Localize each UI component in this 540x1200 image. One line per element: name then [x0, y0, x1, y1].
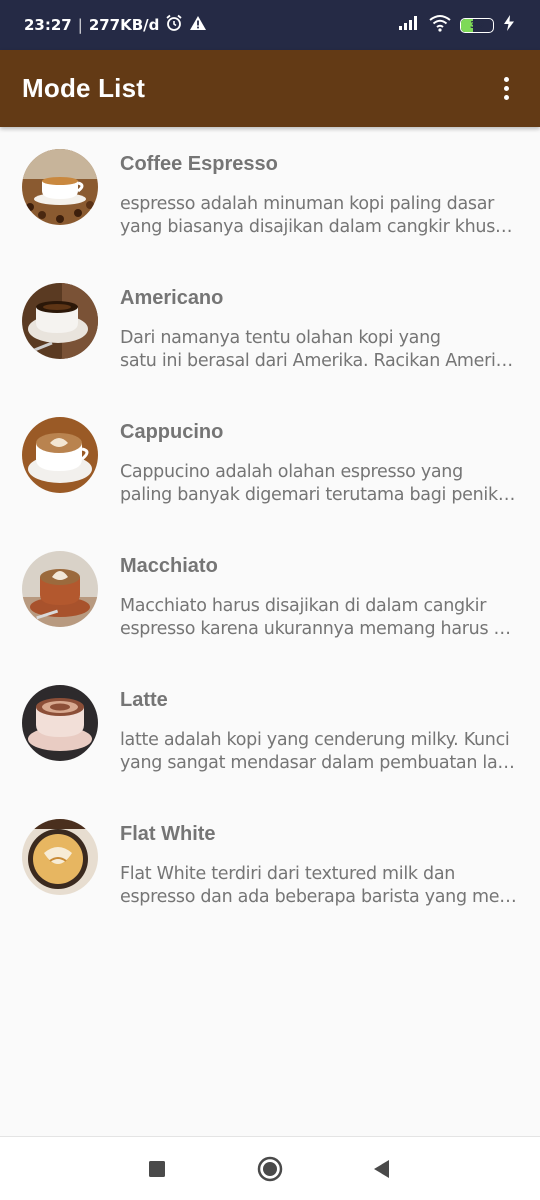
warning-icon — [189, 15, 207, 35]
status-left: 23:27 | 277KB/d — [24, 14, 207, 36]
list-item-americano[interactable]: Americano Dari namanya tentu olahan kopi… — [0, 261, 540, 395]
overflow-dot-icon — [503, 77, 509, 82]
flat-white-thumbnail — [22, 819, 98, 895]
status-right: 39 — [398, 14, 516, 36]
item-description-line: Flat White terdiri dari textured milk da… — [120, 864, 456, 884]
app-bar: Mode List — [0, 50, 540, 127]
network-speed: 277KB/d — [88, 16, 160, 34]
item-description: Flat White terdiri dari textured milk da… — [120, 863, 518, 909]
item-description-line: Macchiato harus disajikan di dalam cangk… — [120, 596, 487, 616]
navigation-bar — [0, 1136, 540, 1200]
item-description-line: paling banyak digemari terutama bagi pen… — [120, 485, 518, 505]
list-item-flat-white[interactable]: Flat White Flat White terdiri dari textu… — [0, 797, 540, 931]
charging-icon — [502, 15, 516, 35]
list-item-latte[interactable]: Latte latte adalah kopi yang cenderung m… — [0, 663, 540, 797]
item-description: Macchiato harus disajikan di dalam cangk… — [120, 595, 518, 641]
item-title: Cappucino — [120, 421, 224, 443]
square-icon — [149, 1161, 165, 1177]
item-title: Flat White — [120, 823, 216, 845]
coffee-list: Coffee Espresso espresso adalah minuman … — [0, 127, 540, 931]
cappucino-thumbnail — [22, 417, 98, 493]
item-description-line: Dari namanya tentu olahan kopi yang — [120, 328, 441, 348]
status-bar: 23:27 | 277KB/d 39 — [0, 0, 540, 50]
page-title: Mode List — [22, 73, 146, 103]
item-description-line: yang sangat mendasar dalam pembuatan lat… — [120, 753, 518, 773]
item-title: Macchiato — [120, 555, 218, 577]
espresso-thumbnail — [22, 149, 98, 225]
status-time: 23:27 — [24, 16, 72, 34]
item-title: Latte — [120, 689, 168, 711]
item-description-line: latte adalah kopi yang cenderung milky. … — [120, 730, 510, 750]
signal-icon — [398, 16, 420, 34]
item-description: espresso adalah minuman kopi paling dasa… — [120, 193, 518, 239]
recents-button[interactable] — [142, 1154, 172, 1184]
back-triangle-icon — [374, 1160, 389, 1178]
item-description-line: satu ini berasal dari Amerika. Racikan A… — [120, 351, 518, 371]
latte-thumbnail — [22, 685, 98, 761]
circle-icon — [257, 1156, 283, 1182]
item-title: Americano — [120, 287, 224, 309]
item-description-line: Cappucino adalah olahan espresso yang — [120, 462, 463, 482]
item-description: Cappucino adalah olahan espresso yang pa… — [120, 461, 518, 507]
item-description-line: espresso adalah minuman kopi paling dasa… — [120, 194, 495, 214]
item-description: latte adalah kopi yang cenderung milky. … — [120, 729, 518, 775]
battery-percent: 39 — [470, 19, 484, 31]
item-description-line: espresso karena ukurannya memang harus k… — [120, 619, 518, 639]
overflow-menu-button[interactable] — [494, 69, 518, 109]
wifi-icon — [428, 14, 452, 36]
list-item-espresso[interactable]: Coffee Espresso espresso adalah minuman … — [0, 127, 540, 261]
back-button[interactable] — [366, 1154, 396, 1184]
item-description-line: espresso dan ada beberapa barista yang m… — [120, 887, 518, 907]
battery-icon: 39 — [460, 17, 494, 33]
item-title: Coffee Espresso — [120, 153, 278, 175]
alarm-icon — [165, 14, 183, 36]
list-item-macchiato[interactable]: Macchiato Macchiato harus disajikan di d… — [0, 529, 540, 663]
overflow-dot-icon — [503, 86, 509, 91]
item-description-line: yang biasanya disajikan dalam cangkir kh… — [120, 217, 518, 237]
home-button[interactable] — [255, 1154, 285, 1184]
americano-thumbnail — [22, 283, 98, 359]
macchiato-thumbnail — [22, 551, 98, 627]
list-item-cappucino[interactable]: Cappucino Cappucino adalah olahan espres… — [0, 395, 540, 529]
item-description: Dari namanya tentu olahan kopi yang satu… — [120, 327, 518, 373]
overflow-dot-icon — [503, 95, 509, 100]
status-separator: | — [77, 16, 83, 34]
